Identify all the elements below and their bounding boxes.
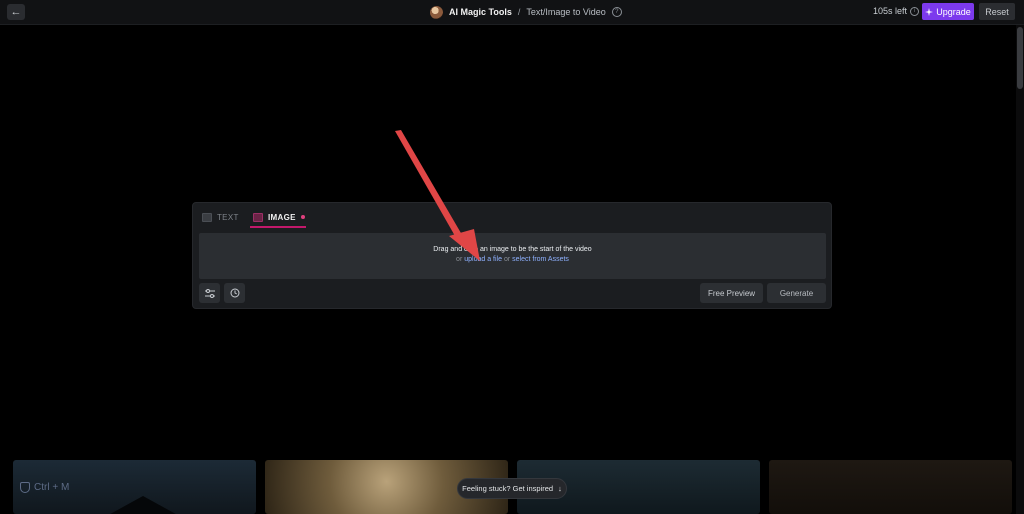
generate-label: Generate xyxy=(779,288,814,298)
settings-button[interactable] xyxy=(199,283,220,303)
upgrade-button[interactable]: Upgrade xyxy=(922,3,974,20)
mode-tabs: TEXT IMAGE xyxy=(193,203,831,229)
tab-image-label: IMAGE xyxy=(268,212,296,222)
shield-icon xyxy=(20,482,30,493)
shortcut-hint-text: Ctrl + M xyxy=(34,482,70,493)
dropzone-instruction: Drag and drop an image to be the start o… xyxy=(433,246,592,253)
history-button[interactable] xyxy=(224,283,245,303)
get-inspired-label: Feeling stuck? Get inspired xyxy=(462,484,554,493)
sparkle-icon xyxy=(925,7,934,16)
time-left-text: 105s left xyxy=(873,6,908,16)
or-text-2: or xyxy=(503,256,511,263)
breadcrumb-separator: / xyxy=(517,7,521,17)
get-inspired-button[interactable]: Feeling stuck? Get inspired ↓ xyxy=(457,478,567,499)
tab-image[interactable]: IMAGE xyxy=(253,208,305,226)
composer-card: TEXT IMAGE Drag and drop an image to be … xyxy=(192,202,832,309)
upload-file-link[interactable]: upload a file xyxy=(464,256,502,263)
clock-icon xyxy=(230,288,239,298)
reset-label: Reset xyxy=(985,6,1009,17)
breadcrumb-current: Text/Image to Video xyxy=(526,7,606,17)
back-button[interactable]: ← xyxy=(7,4,25,20)
upgrade-label: Upgrade xyxy=(936,6,971,17)
sliders-icon xyxy=(204,288,215,298)
breadcrumb: AI Magic Tools / Text/Image to Video ? xyxy=(430,5,622,19)
scrollbar-thumb[interactable] xyxy=(1017,27,1023,89)
avatar xyxy=(430,5,443,19)
image-icon xyxy=(253,212,263,222)
scrollbar-track[interactable] xyxy=(1016,25,1024,514)
active-dot xyxy=(300,215,305,219)
gallery-thumbnail[interactable] xyxy=(769,460,1012,514)
free-preview-label: Free Preview xyxy=(707,288,756,298)
time-left-indicator: 105s left i xyxy=(873,6,920,16)
free-preview-button[interactable]: Free Preview xyxy=(700,283,763,303)
tab-text[interactable]: TEXT xyxy=(202,208,239,226)
tab-text-label: TEXT xyxy=(217,212,239,222)
top-bar: ← AI Magic Tools / Text/Image to Video ?… xyxy=(0,0,1024,25)
arrow-down-icon: ↓ xyxy=(558,484,562,493)
breadcrumb-root[interactable]: AI Magic Tools xyxy=(449,7,512,17)
active-tab-underline xyxy=(250,226,306,228)
select-assets-link[interactable]: select from Assets xyxy=(512,256,569,263)
text-icon xyxy=(202,212,212,222)
generate-button[interactable]: Generate xyxy=(767,283,826,303)
arrow-left-icon: ← xyxy=(10,6,22,18)
reset-button[interactable]: Reset xyxy=(979,3,1015,20)
or-text-1: or xyxy=(456,256,463,263)
shortcut-hint: Ctrl + M xyxy=(20,482,69,493)
question-circle-icon[interactable]: ? xyxy=(611,7,622,17)
thumbnail-shape xyxy=(103,496,183,514)
info-circle-icon[interactable]: i xyxy=(910,6,920,16)
dropzone-options: or upload a file or select from Assets xyxy=(199,256,826,263)
image-dropzone[interactable]: Drag and drop an image to be the start o… xyxy=(199,233,826,279)
